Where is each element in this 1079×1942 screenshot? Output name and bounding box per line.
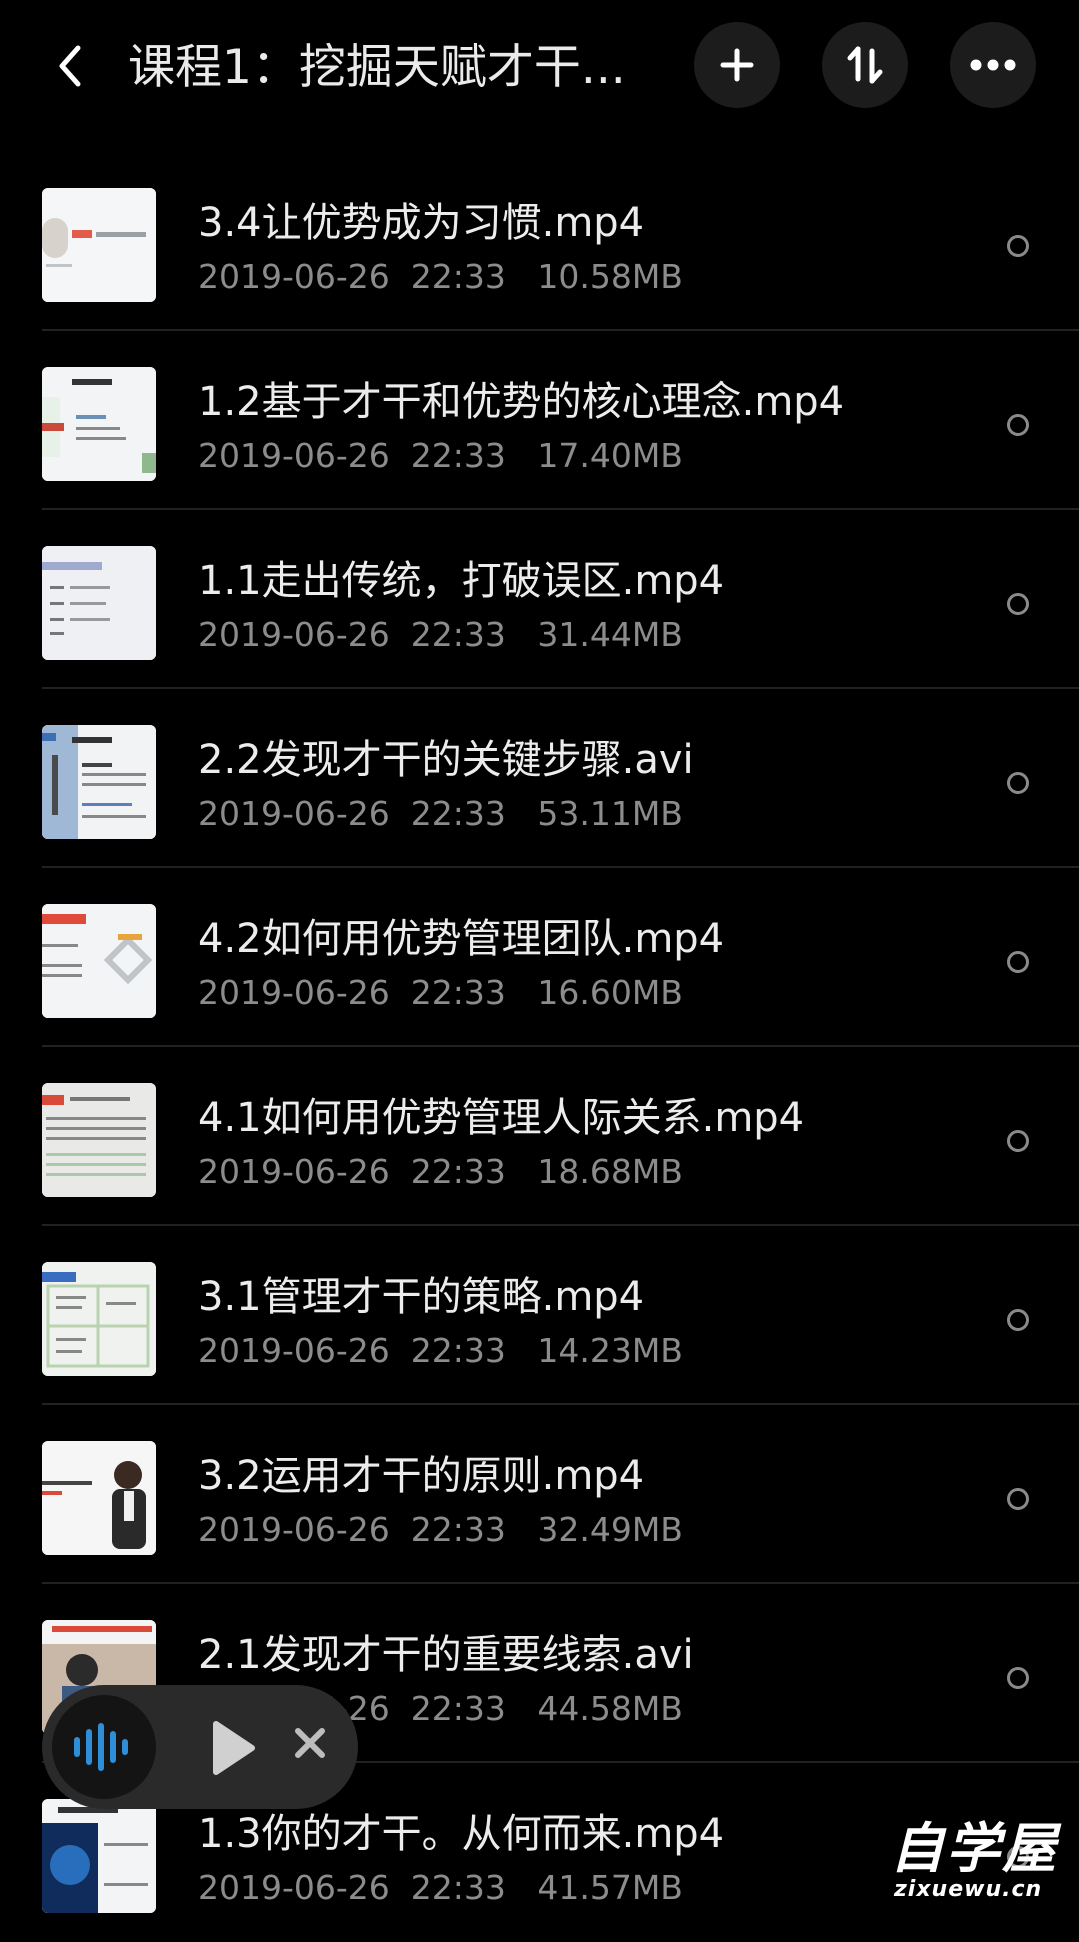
file-row[interactable]: 4.2如何用优势管理团队.mp4 2019-06-26 22:33 16.60M… bbox=[0, 868, 1079, 1047]
select-radio[interactable] bbox=[1007, 1667, 1029, 1689]
select-radio[interactable] bbox=[1007, 1309, 1029, 1331]
file-row[interactable]: 3.2运用才干的原则.mp4 2019-06-26 22:33 32.49MB bbox=[0, 1405, 1079, 1584]
file-name: 3.1管理才干的策略.mp4 bbox=[198, 1274, 645, 1320]
file-name: 3.2运用才干的原则.mp4 bbox=[198, 1453, 645, 1499]
video-thumbnail bbox=[42, 1262, 156, 1376]
file-meta: 2019-06-26 22:33 31.44MB bbox=[198, 615, 683, 654]
select-radio[interactable] bbox=[1007, 235, 1029, 257]
mini-player[interactable] bbox=[42, 1685, 358, 1809]
more-button[interactable] bbox=[950, 22, 1036, 108]
video-thumbnail bbox=[42, 1799, 156, 1913]
watermark-logo: 自学屋 zixuewu.cn bbox=[890, 1818, 1070, 1902]
video-thumbnail bbox=[42, 1441, 156, 1555]
file-row[interactable]: 2.2发现才干的关键步骤.avi 2019-06-26 22:33 53.11M… bbox=[0, 689, 1079, 868]
file-name: 2.1发现才干的重要线索.avi bbox=[198, 1632, 694, 1678]
video-thumbnail bbox=[42, 367, 156, 481]
watermark-en: zixuewu.cn bbox=[894, 1877, 1043, 1902]
file-row[interactable]: 4.1如何用优势管理人际关系.mp4 2019-06-26 22:33 18.6… bbox=[0, 1047, 1079, 1226]
file-row[interactable]: 1.2基于才干和优势的核心理念.mp4 2019-06-26 22:33 17.… bbox=[0, 331, 1079, 510]
file-meta: 2019-06-26 22:33 41.57MB bbox=[198, 1868, 683, 1907]
file-meta: 2019-06-26 22:33 18.68MB bbox=[198, 1152, 683, 1191]
plus-icon bbox=[720, 48, 754, 82]
more-dots-icon bbox=[970, 59, 1016, 71]
file-name: 2.2发现才干的关键步骤.avi bbox=[198, 737, 694, 783]
add-button[interactable] bbox=[694, 22, 780, 108]
file-list: 3.4让优势成为习惯.mp4 2019-06-26 22:33 10.58MB … bbox=[0, 152, 1079, 1942]
file-row[interactable]: 3.1管理才干的策略.mp4 2019-06-26 22:33 14.23MB bbox=[0, 1226, 1079, 1405]
select-radio[interactable] bbox=[1007, 593, 1029, 615]
sort-icon bbox=[847, 46, 883, 84]
file-meta: 2019-06-26 22:33 32.49MB bbox=[198, 1510, 683, 1549]
folder-title: 课程1：挖掘天赋才干... bbox=[128, 40, 626, 95]
file-meta: 2019-06-26 22:33 16.60MB bbox=[198, 973, 683, 1012]
back-arrow-icon[interactable] bbox=[50, 44, 94, 88]
audio-wave-icon[interactable] bbox=[52, 1695, 156, 1799]
file-row[interactable]: 3.4让优势成为习惯.mp4 2019-06-26 22:33 10.58MB bbox=[0, 152, 1079, 331]
select-radio[interactable] bbox=[1007, 1488, 1029, 1510]
file-name: 1.3你的才干。从何而来.mp4 bbox=[198, 1811, 725, 1857]
video-thumbnail bbox=[42, 1083, 156, 1197]
select-radio[interactable] bbox=[1007, 951, 1029, 973]
select-radio[interactable] bbox=[1007, 772, 1029, 794]
sort-button[interactable] bbox=[822, 22, 908, 108]
video-thumbnail bbox=[42, 546, 156, 660]
file-name: 1.1走出传统，打破误区.mp4 bbox=[198, 558, 725, 604]
select-radio[interactable] bbox=[1007, 414, 1029, 436]
file-name: 4.1如何用优势管理人际关系.mp4 bbox=[198, 1095, 805, 1141]
file-row[interactable]: 1.1走出传统，打破误区.mp4 2019-06-26 22:33 31.44M… bbox=[0, 510, 1079, 689]
video-thumbnail bbox=[42, 725, 156, 839]
select-radio[interactable] bbox=[1007, 1130, 1029, 1152]
file-meta: 2019-06-26 22:33 14.23MB bbox=[198, 1331, 683, 1370]
top-bar: 课程1：挖掘天赋才干... bbox=[0, 0, 1079, 130]
file-meta: 2019-06-26 22:33 17.40MB bbox=[198, 436, 683, 475]
file-meta: 2019-06-26 22:33 10.58MB bbox=[198, 257, 683, 296]
file-name: 3.4让优势成为习惯.mp4 bbox=[198, 200, 645, 246]
video-thumbnail bbox=[42, 188, 156, 302]
watermark-cn: 自学屋 bbox=[890, 1816, 1058, 1880]
file-name: 1.2基于才干和优势的核心理念.mp4 bbox=[198, 379, 845, 425]
close-icon[interactable] bbox=[292, 1725, 338, 1771]
video-thumbnail bbox=[42, 904, 156, 1018]
file-name: 4.2如何用优势管理团队.mp4 bbox=[198, 916, 725, 962]
play-icon[interactable] bbox=[210, 1720, 270, 1776]
file-meta: 2019-06-26 22:33 53.11MB bbox=[198, 794, 683, 833]
